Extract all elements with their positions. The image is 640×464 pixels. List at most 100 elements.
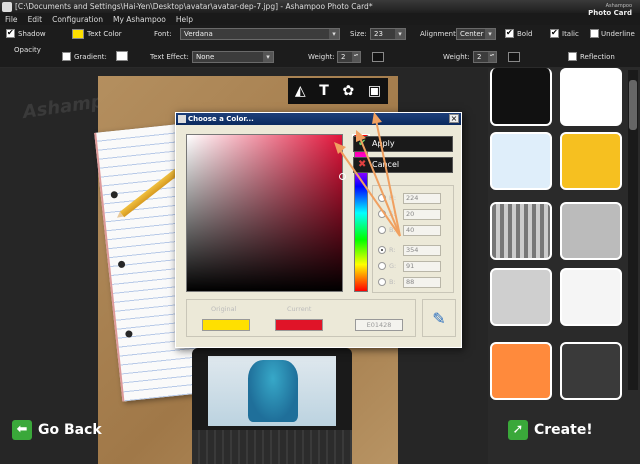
template-thumb[interactable] [560, 132, 622, 190]
field-label-g: G: [389, 262, 397, 270]
weight-stepper-2[interactable]: 2 [473, 51, 497, 63]
create-arrow-icon: ➚ [508, 420, 528, 440]
weight-color-swatch-2[interactable] [508, 52, 520, 62]
weight-label-2: Weight: [443, 53, 470, 61]
template-thumb[interactable] [490, 268, 552, 326]
current-label: Current [287, 305, 312, 313]
menu-help[interactable]: Help [171, 15, 198, 24]
gallery-scrollbar-thumb[interactable] [629, 80, 637, 130]
gallery-scrollbar[interactable] [628, 70, 638, 390]
field-row-r: R: 354 [378, 244, 441, 256]
menu-configuration[interactable]: Configuration [47, 15, 108, 24]
weight-stepper-1[interactable]: 2 [337, 51, 361, 63]
field-label-h: H: [389, 194, 397, 202]
reflection-checkbox[interactable] [568, 52, 577, 61]
brand-line2: Photo Card [588, 9, 632, 17]
app-icon [2, 1, 12, 12]
cross-icon: ✖ [358, 159, 367, 170]
saturation-brightness-picker[interactable] [186, 134, 346, 292]
apply-label: Apply [372, 139, 395, 148]
text-color-swatch[interactable] [72, 29, 84, 39]
eyedropper-icon: ✎ [432, 308, 446, 328]
radio-b[interactable] [378, 226, 386, 234]
underline-checkbox[interactable] [590, 29, 599, 38]
original-color-swatch [202, 319, 250, 331]
field-label-b: B: [389, 226, 396, 234]
field-row-g: G: 91 [378, 260, 441, 272]
italic-checkbox[interactable] [550, 28, 559, 38]
template-thumb[interactable] [560, 202, 622, 260]
field-row-h: H: 224 [378, 192, 441, 204]
alignment-select[interactable]: Center [456, 28, 496, 40]
color-values-panel: H: 224 S: 20 B: 40 R: 354 G: 91 B: 88 [372, 185, 454, 293]
radio-g[interactable] [378, 262, 386, 270]
apply-button[interactable]: ✔ Apply [353, 136, 453, 152]
template-thumb[interactable] [490, 68, 552, 126]
shadow-checkbox[interactable] [6, 28, 15, 38]
gradient-label: Gradient: [74, 53, 107, 61]
hue-input[interactable]: 224 [403, 192, 441, 204]
blue-input[interactable]: 88 [403, 276, 441, 288]
field-label-r: R: [389, 246, 396, 254]
alignment-label: Alignment: [420, 30, 459, 38]
image-tool-icon[interactable]: ▣ [368, 83, 381, 99]
field-row-blue: B: 88 [378, 276, 441, 288]
field-row-s: S: 20 [378, 208, 441, 220]
gradient-checkbox[interactable] [62, 52, 71, 61]
title-bar: [C:\Documents and Settings\Hai-Yen\Deskt… [0, 0, 640, 13]
underline-label: Underline [601, 30, 635, 38]
bold-label: Bold [517, 30, 533, 38]
element-tool-strip: ◭ T ✿ ▣ [288, 78, 388, 104]
template-thumb[interactable] [490, 342, 552, 400]
paper-hole [110, 190, 119, 199]
shadow-label: Shadow [18, 30, 46, 38]
clipart-tool-icon[interactable]: ✿ [343, 83, 355, 99]
bold-checkbox[interactable] [505, 28, 514, 38]
photo-frame[interactable] [192, 348, 352, 464]
size-select[interactable]: 23 [370, 28, 406, 40]
template-thumb[interactable] [490, 202, 552, 260]
font-select[interactable]: Verdana [180, 28, 340, 40]
template-thumb[interactable] [560, 268, 622, 326]
green-input[interactable]: 91 [403, 260, 441, 272]
radio-s[interactable] [378, 210, 386, 218]
weight-color-swatch-1[interactable] [372, 52, 384, 62]
opacity-label: Opacity [14, 46, 41, 54]
saturation-input[interactable]: 20 [403, 208, 441, 220]
create-button[interactable]: ➚ Create! [508, 416, 593, 444]
current-color-swatch [275, 319, 323, 331]
shapes-tool-icon[interactable]: ◭ [295, 83, 306, 99]
text-toolbar: Shadow Text Color Font: Verdana Size: 23… [0, 25, 640, 68]
color-picker-cursor[interactable] [339, 173, 346, 180]
italic-label: Italic [562, 30, 579, 38]
text-effect-select[interactable]: None [192, 51, 274, 63]
eyedropper-button[interactable]: ✎ [422, 299, 456, 337]
create-label: Create! [534, 422, 593, 438]
radio-blue[interactable] [378, 278, 386, 286]
text-effect-label: Text Effect: [150, 53, 189, 61]
text-tool-icon[interactable]: T [319, 83, 329, 99]
gradient-color-swatch[interactable] [116, 51, 128, 61]
text-color-button[interactable]: Text Color [87, 30, 122, 38]
menu-bar: File Edit Configuration My Ashampoo Help [0, 13, 640, 25]
paper-hole [117, 260, 126, 269]
menu-edit[interactable]: Edit [23, 15, 48, 24]
hex-input[interactable]: E01428 [355, 319, 403, 331]
photo-image [208, 356, 336, 426]
menu-my-ashampoo[interactable]: My Ashampoo [108, 15, 171, 24]
red-input[interactable]: 354 [403, 244, 441, 256]
brightness-input[interactable]: 40 [403, 224, 441, 236]
cancel-button[interactable]: ✖ Cancel [353, 157, 453, 173]
radio-r[interactable] [378, 246, 386, 254]
reflection-label: Reflection [580, 53, 615, 61]
menu-file[interactable]: File [0, 15, 23, 24]
original-label: Original [211, 305, 237, 313]
go-back-label: Go Back [38, 422, 102, 438]
dialog-close-button[interactable]: × [449, 114, 459, 123]
template-thumb[interactable] [560, 68, 622, 126]
radio-h[interactable] [378, 194, 386, 202]
template-thumb[interactable] [490, 132, 552, 190]
template-gallery: ➚ Create! [488, 68, 640, 464]
template-thumb[interactable] [560, 342, 622, 400]
go-back-button[interactable]: ⬅ Go Back [12, 416, 102, 444]
